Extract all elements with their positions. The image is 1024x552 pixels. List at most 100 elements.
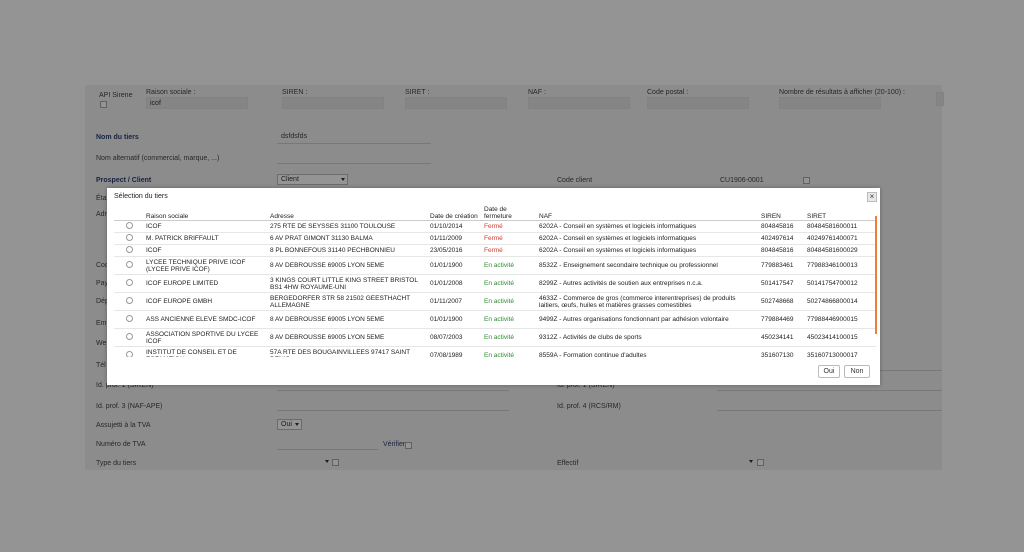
cell-naf: 8299Z - Autres activités de soutien aux … [537, 274, 759, 293]
cell-naf: 9312Z - Activités de clubs de sports [537, 328, 759, 347]
cell-raison: M. PATRICK BRIFFAULT [144, 232, 268, 245]
cell-status: Fermé [482, 244, 537, 257]
row-radio[interactable] [114, 328, 144, 347]
cell-raison: ICOF EUROPE GMBH [144, 292, 268, 311]
row-radio[interactable] [114, 244, 144, 257]
cell-raison: ICOF [144, 220, 268, 233]
row-radio[interactable] [114, 232, 144, 245]
col-header-creation: Date de création [428, 204, 482, 221]
cell-creation: 07/08/1989 [428, 346, 482, 357]
radio-button[interactable] [125, 279, 133, 286]
cell-status: En activité [482, 292, 537, 311]
confirm-button[interactable]: Oui [818, 365, 840, 378]
cell-status: En activité [482, 310, 537, 329]
cell-siren: 804845816 [759, 220, 805, 233]
cell-naf: 6202A - Conseil en systèmes et logiciels… [537, 220, 759, 233]
results-table-container: Raison sociale Adresse Date de création … [114, 204, 881, 357]
row-radio[interactable] [114, 346, 144, 357]
cell-raison: ICOF [144, 244, 268, 257]
cell-siren: 501417547 [759, 274, 805, 293]
cell-status: En activité [482, 256, 537, 275]
table-row[interactable]: ICOF EUROPE LIMITED 3 KINGS COURT LITTLE … [114, 274, 876, 293]
cell-naf: 8559A - Formation continue d'adultes [537, 346, 759, 357]
table-row[interactable]: ICOF 275 RTE DE SEYSSES 31100 TOULOUSE 01/… [114, 220, 876, 233]
cell-raison: INSTITUT DE CONSEIL ET DE FORMATION [144, 346, 268, 357]
col-header-adresse: Adresse [268, 204, 428, 221]
cell-status: Fermé [482, 220, 537, 233]
cell-adresse: BERGEDORFER STR 58 21502 GEESTHACHT ALLE… [268, 292, 428, 311]
cell-creation: 23/05/2016 [428, 244, 482, 257]
cell-siren: 351607130 [759, 346, 805, 357]
cell-siren: 779884469 [759, 310, 805, 329]
col-header-siren: SIREN [759, 204, 805, 221]
col-header-siret: SIRET [805, 204, 876, 221]
cell-siren: 450234141 [759, 328, 805, 347]
cell-siret: 35160713000017 [805, 346, 876, 357]
radio-button[interactable] [125, 246, 133, 253]
table-row[interactable]: M. PATRICK BRIFFAULT 6 AV PRAT GIMONT 311… [114, 232, 876, 245]
cell-naf: 9499Z - Autres organisations fonctionnan… [537, 310, 759, 329]
table-row[interactable]: ICOF 8 PL BONNEFOUS 31140 PECHBONNIEU 23/0… [114, 244, 876, 257]
table-scrollbar[interactable] [875, 216, 877, 334]
cell-siret: 80484581600011 [805, 220, 876, 233]
col-header-naf: NAF [537, 204, 759, 221]
cell-adresse: 3 KINGS COURT LITTLE KING STREET BRISTOL… [268, 274, 428, 293]
cell-naf: 6202A - Conseil en systèmes et logiciels… [537, 244, 759, 257]
cell-raison: LYCEE TECHNIQUE PRIVE ICOF (LYCEE PRIVE … [144, 256, 268, 275]
row-radio[interactable] [114, 274, 144, 293]
cell-raison: ICOF EUROPE LIMITED [144, 274, 268, 293]
table-header-row: Raison sociale Adresse Date de création … [114, 204, 876, 221]
cell-creation: 01/01/1900 [428, 310, 482, 329]
radio-button[interactable] [125, 333, 133, 340]
cell-naf: 4633Z - Commerce de gros (commerce inter… [537, 292, 759, 311]
row-radio[interactable] [114, 220, 144, 233]
cell-siret: 77988346100013 [805, 256, 876, 275]
cell-status: En activité [482, 274, 537, 293]
cell-siren: 779883461 [759, 256, 805, 275]
cell-status: En activité [482, 346, 537, 357]
table-row[interactable]: ASS ANCIENNE ELEVE SMDC-ICOF 8 AV DEBROUS… [114, 310, 876, 329]
cell-status: En activité [482, 328, 537, 347]
cell-siren: 402497614 [759, 232, 805, 245]
cell-naf: 8532Z - Enseignement secondaire techniqu… [537, 256, 759, 275]
cell-siren: 804845816 [759, 244, 805, 257]
row-radio[interactable] [114, 310, 144, 329]
cell-adresse: 8 PL BONNEFOUS 31140 PECHBONNIEU [268, 244, 428, 257]
col-header-select [114, 204, 144, 221]
cell-raison: ASS ANCIENNE ELEVE SMDC-ICOF [144, 310, 268, 329]
cell-creation: 08/07/2003 [428, 328, 482, 347]
cell-siret: 45023414100015 [805, 328, 876, 347]
radio-button[interactable] [125, 261, 133, 268]
cell-creation: 01/11/2007 [428, 292, 482, 311]
table-row[interactable]: INSTITUT DE CONSEIL ET DE FORMATION57A R… [114, 346, 876, 357]
close-icon[interactable]: × [867, 192, 877, 202]
select-tiers-dialog: Sélection du tiers × Raison sociale Adre… [107, 188, 880, 385]
cell-adresse: 275 RTE DE SEYSSES 31100 TOULOUSE [268, 220, 428, 233]
radio-button[interactable] [125, 297, 133, 304]
radio-button[interactable] [125, 315, 133, 322]
cell-siret: 80484581600029 [805, 244, 876, 257]
cell-creation: 01/01/2008 [428, 274, 482, 293]
table-row[interactable]: ICOF EUROPE GMBH BERGEDORFER STR 58 21502… [114, 292, 876, 311]
cell-naf: 6202A - Conseil en systèmes et logiciels… [537, 232, 759, 245]
radio-button[interactable] [125, 351, 133, 357]
cell-creation: 01/11/2009 [428, 232, 482, 245]
dialog-title: Sélection du tiers [114, 193, 168, 200]
col-header-fermeture: Date de fermeture [482, 204, 537, 221]
table-row[interactable]: ASSOCIATION SPORTIVE DU LYCEE ICOF 8 AV D… [114, 328, 876, 347]
table-row[interactable]: LYCEE TECHNIQUE PRIVE ICOF (LYCEE PRIVE … [114, 256, 876, 275]
col-header-raison: Raison sociale [144, 204, 268, 221]
row-radio[interactable] [114, 256, 144, 275]
cell-status: Fermé [482, 232, 537, 245]
results-table: Raison sociale Adresse Date de création … [114, 204, 876, 357]
radio-button[interactable] [125, 222, 133, 229]
cell-siret: 50141754700012 [805, 274, 876, 293]
cell-siret: 40249761400071 [805, 232, 876, 245]
cell-siret: 50274866800014 [805, 292, 876, 311]
cell-raison: ASSOCIATION SPORTIVE DU LYCEE ICOF [144, 328, 268, 347]
radio-button[interactable] [125, 234, 133, 241]
cancel-button[interactable]: Non [844, 365, 870, 378]
cell-siret: 77988446900015 [805, 310, 876, 329]
row-radio[interactable] [114, 292, 144, 311]
cell-adresse: 57A RTE DES BOUGAINVILLEES 97417 SAINT D… [268, 346, 428, 357]
